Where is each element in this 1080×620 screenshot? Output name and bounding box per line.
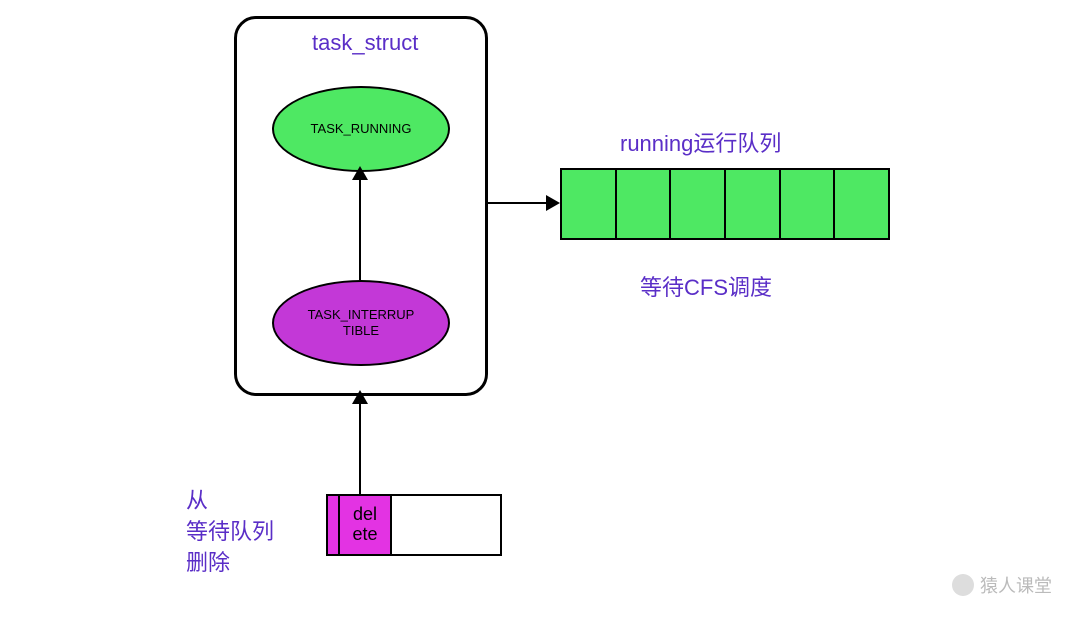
wechat-icon: [952, 574, 974, 596]
queue-cell: [781, 170, 836, 238]
arrow-head-up-icon: [352, 390, 368, 404]
arrow-from-delete: [359, 396, 361, 494]
delete-box-segment: [328, 496, 340, 554]
queue-cell: [726, 170, 781, 238]
state-task-running: TASK_RUNNING: [272, 86, 450, 172]
queue-cell: [617, 170, 672, 238]
wait-queue-delete-box: del ete: [326, 494, 502, 556]
delete-label: del ete: [340, 496, 392, 554]
cfs-caption: 等待CFS调度: [640, 270, 772, 302]
delete-desc-line: 删除: [186, 548, 274, 579]
watermark: 猿人课堂: [952, 572, 1052, 598]
running-queue: [560, 168, 890, 240]
state-task-interruptible: TASK_INTERRUP TIBLE: [272, 280, 450, 366]
arrow-head-right-icon: [546, 195, 560, 211]
arrow-to-queue: [488, 202, 550, 204]
container-title: task_struct: [312, 30, 418, 56]
queue-cell: [671, 170, 726, 238]
delete-box-segment: [392, 496, 500, 554]
state-running-label: TASK_RUNNING: [311, 121, 412, 137]
queue-cell: [562, 170, 617, 238]
state-interruptible-label: TASK_INTERRUP TIBLE: [308, 307, 415, 338]
delete-desc-line: 等待队列: [186, 517, 274, 548]
delete-description: 从 等待队列 删除: [186, 486, 274, 578]
queue-cell: [835, 170, 888, 238]
watermark-text: 猿人课堂: [980, 572, 1052, 598]
arrow-state-transition: [359, 172, 361, 280]
arrow-head-up-icon: [352, 166, 368, 180]
running-queue-title: running运行队列: [620, 126, 781, 158]
delete-desc-line: 从: [186, 486, 274, 517]
